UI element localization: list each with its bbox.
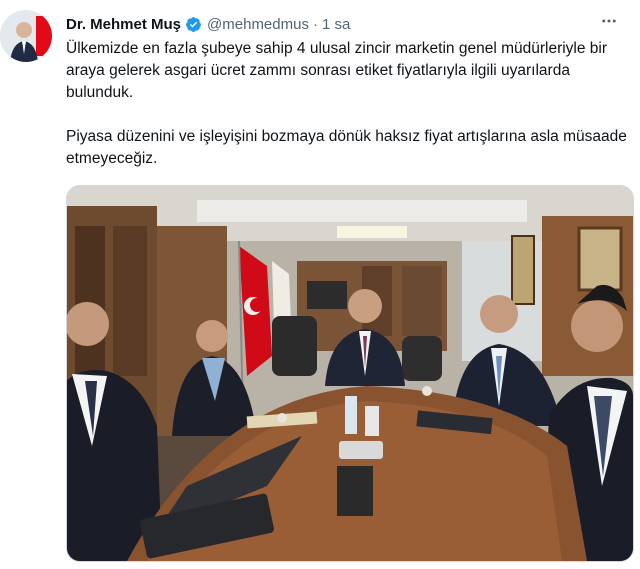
author-name[interactable]: Dr. Mehmet Muş [66,16,181,33]
tweet-photo[interactable] [66,185,634,562]
verified-badge-icon [186,16,201,32]
avatar[interactable] [0,10,52,62]
tweet-header: Dr. Mehmet Muş @mehmedmus · 1 sa [66,14,620,34]
more-options-icon[interactable] [598,10,620,32]
author-handle[interactable]: @mehmedmus [207,16,309,33]
tweet-paragraph: Piyasa düzenini ve işleyişini bozmaya dö… [66,128,627,167]
tweet-paragraph: Ülkemizde en fazla şubeye sahip 4 ulusal… [66,40,608,101]
separator-dot: · [312,15,318,33]
meeting-photo [67,186,633,561]
tweet-text: Ülkemizde en fazla şubeye sahip 4 ulusal… [66,38,632,170]
tweet: Dr. Mehmet Muş @mehmedmus · 1 sa Ülkemiz… [0,0,640,569]
timestamp[interactable]: 1 sa [322,16,350,33]
